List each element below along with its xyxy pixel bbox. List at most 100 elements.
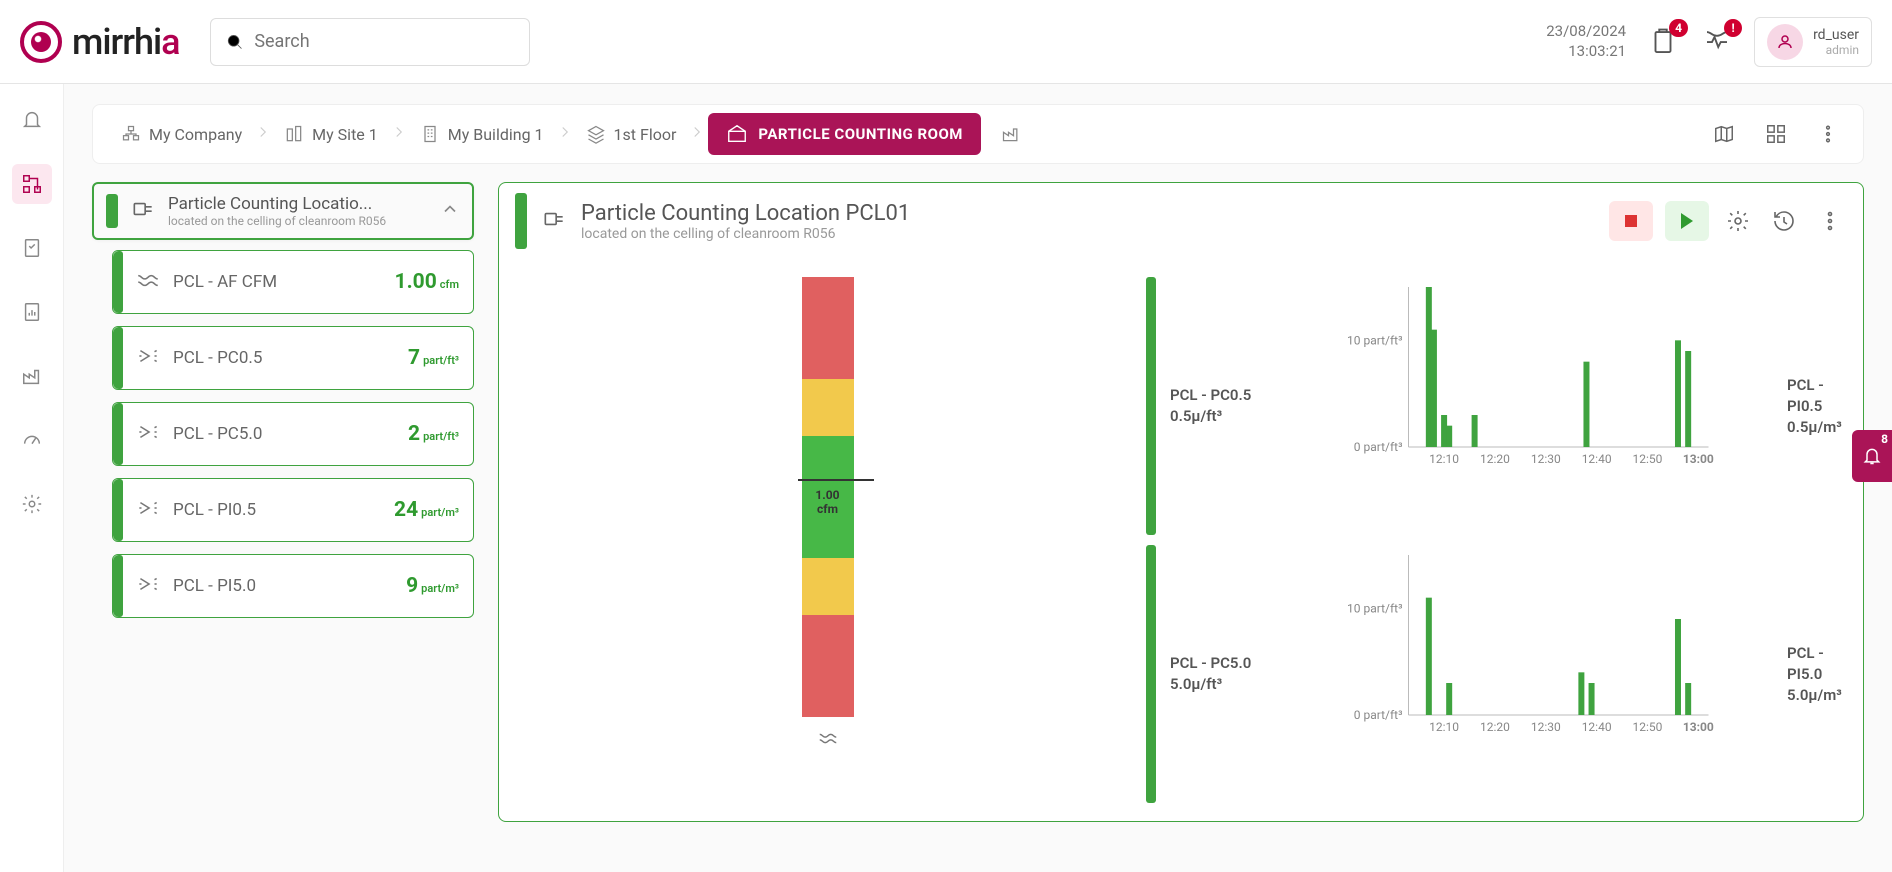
- topbar: mirrhia 23/08/2024 13:03:21 4 ! rd_user …: [0, 0, 1892, 84]
- user-menu[interactable]: rd_user admin: [1754, 17, 1872, 67]
- crumb-sep: [390, 123, 408, 145]
- svg-text:12:40: 12:40: [1582, 452, 1612, 466]
- clipboard-button[interactable]: 4: [1646, 25, 1680, 59]
- crumb-building-label: My Building 1: [448, 125, 544, 144]
- history-icon: [1772, 209, 1796, 233]
- datetime: 23/08/2024 13:03:21: [1546, 22, 1626, 61]
- metric-name: PCL - PI0.5: [173, 500, 256, 520]
- grid-button[interactable]: [1759, 117, 1793, 151]
- charts-grid: PCL - PC0.50.5µ/ft³0 part/ft³10 part/ft³…: [499, 259, 1863, 821]
- crumb-sep: [556, 123, 574, 145]
- stop-button[interactable]: [1609, 201, 1653, 241]
- svg-text:12:30: 12:30: [1531, 452, 1561, 466]
- particle-icon: [135, 419, 161, 449]
- history-button[interactable]: [1767, 204, 1801, 238]
- checklist-icon: [21, 237, 43, 259]
- svg-text:0 part/ft³: 0 part/ft³: [1354, 440, 1403, 454]
- svg-text:12:50: 12:50: [1633, 720, 1663, 734]
- more-button[interactable]: [1811, 117, 1845, 151]
- search-input[interactable]: [254, 31, 514, 52]
- nav-equipment[interactable]: [12, 356, 52, 396]
- gear-icon: [1726, 209, 1750, 233]
- settings-button[interactable]: [1721, 204, 1755, 238]
- alarm-count: 8: [1881, 432, 1888, 446]
- search-icon: [225, 31, 245, 53]
- panel-subtitle: located on the celling of cleanroom R056: [581, 226, 910, 242]
- metric-name: PCL - AF CFM: [173, 272, 277, 292]
- map-button[interactable]: [1707, 117, 1741, 151]
- nav-alarms[interactable]: [12, 100, 52, 140]
- metric-value: 7 part/ft³: [408, 346, 459, 370]
- more-vertical-icon: [1818, 209, 1842, 233]
- metric-item[interactable]: PCL - AF CFM1.00 cfm: [112, 250, 474, 314]
- bell-icon: [1862, 446, 1882, 466]
- location-subtitle: located on the celling of cleanroom R056: [168, 214, 428, 228]
- svg-text:13:00: 13:00: [1683, 452, 1714, 466]
- layers-icon: [586, 124, 606, 144]
- metric-value: 2 part/ft³: [408, 422, 459, 446]
- hierarchy-icon: [21, 173, 43, 195]
- health-button[interactable]: !: [1700, 25, 1734, 59]
- collapse-toggle[interactable]: [440, 199, 460, 223]
- crumb-company[interactable]: My Company: [111, 118, 252, 150]
- chart-cell: PCL - PI5.05.0µ/m³0 part/m³10 part/m³20 …: [1773, 545, 1843, 803]
- status-bar: [1146, 277, 1156, 535]
- gear-icon: [21, 493, 43, 515]
- chevron-right-icon: [254, 123, 272, 141]
- building-icon: [420, 124, 440, 144]
- metric-item[interactable]: PCL - PC5.0 2 part/ft³: [112, 402, 474, 466]
- chart-plot[interactable]: 0 part/ft³10 part/ft³12:1012:2012:3012:4…: [1294, 545, 1763, 803]
- panel-title: Particle Counting Location PCL01: [581, 201, 910, 226]
- panel-more-button[interactable]: [1813, 204, 1847, 238]
- nav-reports[interactable]: [12, 292, 52, 332]
- metric-value: 24 part/m³: [394, 498, 459, 522]
- crumb-sep: [254, 123, 272, 145]
- grid-icon: [1765, 123, 1787, 145]
- app-logo[interactable]: mirrhia: [20, 21, 180, 63]
- avatar: [1767, 24, 1803, 60]
- map-icon: [1713, 123, 1735, 145]
- factory-icon: [1001, 124, 1021, 144]
- metric-name: PCL - PC5.0: [173, 424, 262, 444]
- nav-gauge[interactable]: [12, 420, 52, 460]
- more-vertical-icon: [1817, 123, 1839, 145]
- status-bar: [113, 403, 123, 465]
- play-button[interactable]: [1665, 201, 1709, 241]
- chart-label: PCL - PI5.05.0µ/m³: [1787, 643, 1842, 706]
- svg-text:12:10: 12:10: [1429, 720, 1459, 734]
- chart-cell: PCL - PI0.50.5µ/m³0 part/m³20 part/m³40 …: [1773, 277, 1843, 535]
- crumb-site-label: My Site 1: [312, 125, 378, 144]
- crumb-floor[interactable]: 1st Floor: [576, 118, 687, 150]
- svg-text:10 part/ft³: 10 part/ft³: [1347, 333, 1402, 347]
- svg-text:12:40: 12:40: [1582, 720, 1612, 734]
- metric-item[interactable]: PCL - PI5.09 part/m³: [112, 554, 474, 618]
- gauge-icon: [21, 429, 43, 451]
- metric-item[interactable]: PCL - PC0.5 7 part/ft³: [112, 326, 474, 390]
- search-box[interactable]: [210, 18, 530, 66]
- crumb-sep: [688, 123, 706, 145]
- nav-tasks[interactable]: [12, 228, 52, 268]
- notif-badge: 4: [1669, 19, 1688, 37]
- status-bar: [113, 555, 123, 617]
- crumb-site[interactable]: My Site 1: [274, 118, 388, 150]
- metric-name: PCL - PC0.5: [173, 348, 262, 368]
- status-bar: [113, 327, 123, 389]
- svg-text:12:20: 12:20: [1480, 720, 1510, 734]
- crumb-building[interactable]: My Building 1: [410, 118, 554, 150]
- location-header[interactable]: Particle Counting Locatio... located on …: [92, 182, 474, 240]
- nav-settings[interactable]: [12, 484, 52, 524]
- status-bar: [113, 251, 123, 313]
- alarm-tab[interactable]: 8: [1852, 430, 1892, 482]
- nav-dashboard[interactable]: [12, 164, 52, 204]
- crumb-equipment[interactable]: [991, 118, 1031, 150]
- chart-cell: PCL - PC0.50.5µ/ft³0 part/ft³10 part/ft³…: [1146, 277, 1763, 535]
- svg-text:13:00: 13:00: [1683, 720, 1714, 734]
- topbar-right: 23/08/2024 13:03:21 4 ! rd_user admin: [1546, 17, 1872, 67]
- crumb-room[interactable]: PARTICLE COUNTING ROOM: [708, 113, 981, 155]
- waves-icon: [135, 267, 161, 297]
- status-bar: [1146, 545, 1156, 803]
- alert-badge: !: [1724, 19, 1742, 37]
- metric-item[interactable]: PCL - PI0.5 24 part/m³: [112, 478, 474, 542]
- panel-header: Particle Counting Location PCL01 located…: [499, 183, 1863, 259]
- chart-plot[interactable]: 0 part/ft³10 part/ft³12:1012:2012:3012:4…: [1294, 277, 1763, 535]
